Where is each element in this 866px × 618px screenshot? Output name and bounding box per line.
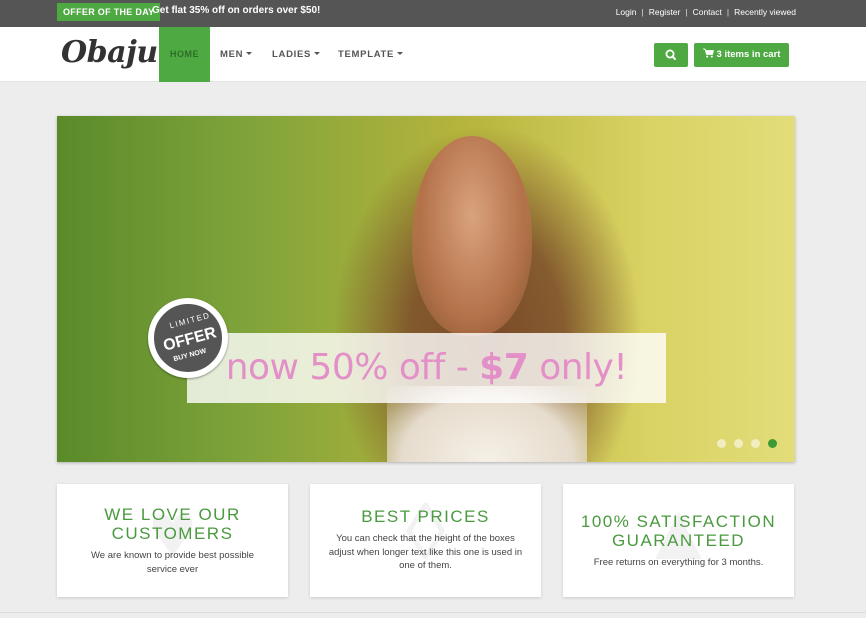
nav-item-label: TEMPLATE (338, 49, 395, 60)
cart-button[interactable]: 3 items in cart (694, 43, 789, 67)
offer-of-the-day-badge[interactable]: OFFER OF THE DAY (57, 3, 161, 21)
login-link[interactable]: Login (616, 7, 637, 17)
feature-title: BEST PRICES (361, 507, 490, 526)
nav-item-home[interactable]: HOME (159, 27, 210, 82)
register-link[interactable]: Register (649, 7, 681, 17)
hero-slider[interactable]: now 50% off - $7 only! LIMITED OFFER BUY… (57, 116, 795, 462)
slider-dot-4[interactable] (768, 439, 777, 448)
nav-item-men[interactable]: MEN (220, 27, 253, 82)
caret-down-icon (246, 51, 253, 55)
main-navbar: Obaju HOME MEN LADIES TEMPLATE 3 items i… (0, 27, 866, 82)
slider-dot-2[interactable] (734, 439, 743, 448)
cart-label: 3 items in cart (716, 49, 781, 60)
top-links: Login | Register | Contact | Recently viewed (616, 6, 796, 18)
nav-item-ladies[interactable]: LADIES (272, 27, 321, 82)
shopping-cart-icon (702, 49, 714, 59)
feature-box-prices: ◊ BEST PRICES You can check that the hei… (310, 484, 541, 597)
promo-price: $7 (479, 347, 529, 388)
feature-description: You can check that the height of the box… (328, 533, 523, 571)
separator: | (685, 7, 688, 17)
top-bar: OFFER OF THE DAY Get flat 35% off on ord… (0, 0, 866, 27)
feature-description: We are known to provide best possible se… (91, 550, 254, 575)
promo-prefix: now 50% off - (225, 347, 480, 388)
contact-link[interactable]: Contact (693, 7, 722, 17)
limited-offer-stamp: LIMITED OFFER BUY NOW (148, 298, 228, 378)
search-icon (665, 49, 676, 60)
nav-item-label: LADIES (272, 49, 312, 60)
feature-box-satisfaction: ▲ 100% SATISFACTION GUARANTEED Free retu… (563, 484, 794, 597)
promo-text: now 50% off - $7 only! (187, 333, 666, 403)
offer-text: Get flat 35% off on orders over $50! (152, 5, 321, 16)
search-button[interactable] (654, 43, 688, 67)
promo-suffix: only! (528, 347, 628, 388)
nav-item-label: MEN (220, 49, 244, 60)
feature-title: WE LOVE OUR CUSTOMERS (104, 505, 241, 543)
separator: | (641, 7, 644, 17)
feature-title: 100% SATISFACTION GUARANTEED (580, 512, 777, 550)
model-photo (412, 136, 532, 336)
caret-down-icon (397, 51, 404, 55)
footer-divider (0, 612, 866, 613)
feature-box-customers: ♥ WE LOVE OUR CUSTOMERS We are known to … (57, 484, 288, 597)
slider-dot-1[interactable] (717, 439, 726, 448)
slider-dot-3[interactable] (751, 439, 760, 448)
stamp-inner: LIMITED OFFER BUY NOW (152, 302, 224, 374)
caret-down-icon (314, 51, 321, 55)
logo[interactable]: Obaju (61, 35, 158, 70)
separator: | (726, 7, 730, 17)
recently-viewed-link[interactable]: Recently viewed (734, 7, 796, 17)
nav-item-template[interactable]: TEMPLATE (338, 27, 404, 82)
promo-banner: now 50% off - $7 only! (187, 333, 666, 403)
feature-description: Free returns on everything for 3 months. (593, 557, 764, 568)
